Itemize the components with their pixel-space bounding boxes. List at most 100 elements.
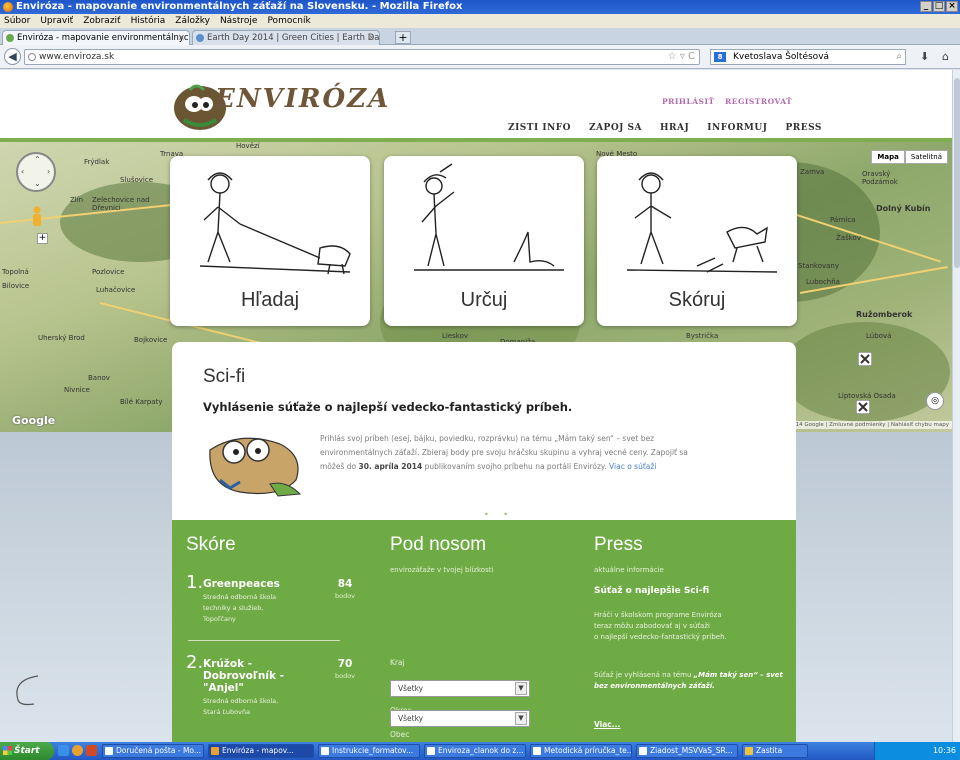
back-button[interactable]: ◀	[4, 48, 21, 65]
system-tray: 10:36	[874, 742, 960, 760]
menu-edit[interactable]: Upraviť	[40, 14, 73, 28]
menu-bookmarks[interactable]: Záložky	[175, 14, 210, 28]
podnosom-column: Pod nosom envirozáťaže v tvojej blízkost…	[390, 520, 570, 574]
taskbar-item[interactable]: Enviroza_clanok do z...	[424, 744, 526, 758]
search-icon[interactable]: ⌕	[896, 50, 902, 64]
bookmark-star-icon[interactable]: ☆ ▿ C	[668, 50, 695, 64]
register-link[interactable]: REGISTROVAŤ	[725, 97, 792, 106]
pegman-icon[interactable]	[30, 206, 44, 228]
tab-label: Earth Day 2014 | Green Cities | Earth Da…	[207, 33, 380, 43]
search-box[interactable]: 8 Kvetoslava Šoltésová ⌕	[710, 49, 906, 65]
taskbar-item[interactable]: Metodická príručka_te...	[530, 744, 632, 758]
map-type-satellite-button[interactable]: Satelitná	[904, 150, 948, 164]
nav-hraj[interactable]: HRAJ	[660, 123, 689, 133]
podnosom-subtitle: envirozáťaže v tvojej blízkosti	[390, 566, 494, 574]
word-document-icon	[533, 747, 541, 755]
menu-help[interactable]: Pomocník	[267, 14, 310, 28]
globe-icon	[28, 53, 36, 61]
scifi-panel: Sci-fi Vyhlásenie súťaže o najlepší vede…	[172, 342, 796, 520]
press-article-title[interactable]: Súťaž o najlepšie Sci-fi	[594, 586, 709, 596]
map-label: Lúbová	[866, 332, 892, 340]
maximize-button[interactable]: □	[933, 1, 945, 12]
tab-earthday[interactable]: Earth Day 2014 | Green Cities | Earth Da…	[192, 30, 380, 45]
nav-zisti-info[interactable]: ZISTI INFO	[508, 123, 571, 133]
tab-enviroza[interactable]: Enviróza - mapovanie environmentálnych..…	[2, 30, 190, 45]
mail-icon	[105, 747, 113, 755]
score-school: techniky a služieb,	[203, 604, 264, 612]
map-label: Zlín	[70, 196, 84, 204]
card-title: Určuj	[460, 289, 508, 311]
map-marker-icon[interactable]	[856, 400, 870, 414]
minimize-button[interactable]: _	[920, 1, 932, 12]
map-label: Zamva	[800, 168, 825, 176]
map-label: Oravský Podzámok	[862, 170, 898, 186]
map-pan-control[interactable]: ⌃ ⌄ ‹ ›	[16, 152, 56, 192]
main-navigation: ZISTI INFO ZAPOJ SA HRAJ INFORMUJ PRESS	[508, 123, 840, 133]
page-scrollbar[interactable]	[952, 70, 960, 742]
taskbar-item[interactable]: Zastita	[742, 744, 808, 758]
chevron-down-icon[interactable]: ▼	[515, 712, 527, 725]
url-bar[interactable]: www.enviroza.sk ☆ ▿ C	[24, 49, 700, 65]
firefox-icon	[3, 2, 13, 12]
nav-press[interactable]: PRESS	[786, 123, 822, 133]
map-location-icon[interactable]: ◎	[926, 392, 944, 410]
map-marker-icon[interactable]	[858, 352, 872, 366]
score-heading: Skóre	[186, 534, 236, 555]
carousel-dots[interactable]: • •	[484, 510, 514, 519]
quicklaunch-desktop-icon[interactable]	[58, 745, 69, 756]
tab-close-icon[interactable]: ×	[368, 31, 375, 45]
scifi-subheading: Vyhlásenie súťaže o najlepší vedecko-fan…	[203, 400, 573, 414]
scifi-more-link[interactable]: Viac o súťaži	[609, 462, 656, 471]
home-icon[interactable]: ⌂	[942, 50, 949, 63]
search-engine-icon[interactable]: 8	[714, 52, 726, 62]
map-label: Topolná	[2, 268, 29, 276]
podnosom-heading: Pod nosom	[390, 534, 487, 555]
new-tab-button[interactable]: +	[395, 31, 411, 44]
login-link[interactable]: PRIHLÁSIŤ	[662, 97, 715, 106]
menu-history[interactable]: História	[131, 14, 166, 28]
score-entry[interactable]: 2. Krúžok - Dobrovoľník - "Anjel" 70 bod…	[186, 652, 355, 738]
scrollbar-thumb[interactable]	[954, 78, 960, 268]
tab-favicon-icon	[196, 34, 204, 42]
tab-bar: Enviróza - mapovanie environmentálnych..…	[0, 28, 960, 45]
tab-close-icon[interactable]: ×	[178, 31, 185, 45]
map-zoom-in-button[interactable]: +	[37, 233, 48, 244]
menu-view[interactable]: Zobraziť	[83, 14, 120, 28]
card-urcuj[interactable]: Určuj	[384, 156, 584, 326]
quicklaunch-app-icon[interactable]	[86, 745, 97, 756]
download-icon[interactable]: ⬇	[920, 50, 929, 63]
taskbar-item[interactable]: Enviróza - mapov...	[208, 744, 314, 758]
window-title: Enviróza - mapovanie environmentálnych z…	[16, 1, 463, 12]
clock[interactable]: 10:36	[933, 746, 956, 755]
card-skoruj[interactable]: Skóruj	[597, 156, 797, 326]
map-label: Luhačovice	[96, 286, 136, 294]
score-team-name: Greenpeaces	[203, 578, 280, 590]
map-label: Bystrička	[686, 332, 719, 340]
taskbar-item[interactable]: Instrukcie_formatov...	[318, 744, 420, 758]
close-button[interactable]: ×	[946, 1, 958, 12]
search-value: Kvetoslava Šoltésová	[733, 52, 830, 62]
press-more-link[interactable]: Viac...	[594, 720, 620, 729]
start-button[interactable]: Štart	[0, 742, 54, 760]
word-document-icon	[639, 747, 647, 755]
nav-informuj[interactable]: INFORMUJ	[707, 123, 767, 133]
nav-zapoj-sa[interactable]: ZAPOJ SA	[589, 123, 642, 133]
chevron-down-icon[interactable]: ▼	[515, 682, 527, 695]
card-title: Skóruj	[668, 289, 726, 311]
scroll-curl-icon	[16, 675, 39, 706]
filter-okres-select[interactable]: Všetky ▼	[390, 710, 530, 727]
card-hladaj[interactable]: Hľadaj	[170, 156, 370, 326]
menu-tools[interactable]: Nástroje	[220, 14, 258, 28]
windows-taskbar: Štart Doručená pošta - Mo... Enviróza - …	[0, 742, 960, 760]
map-type-map-button[interactable]: Mapa	[871, 150, 905, 164]
score-entry[interactable]: 1. Greenpeaces 84 bodov Stredná odborná …	[186, 572, 355, 642]
scifi-deadline: 30. apríla 2014	[358, 462, 423, 471]
url-text: www.enviroza.sk	[39, 52, 115, 62]
taskbar-item[interactable]: Doručená pošta - Mo...	[102, 744, 204, 758]
map-label: Párnica	[830, 216, 856, 224]
taskbar-item[interactable]: Ziadost_MSVVaS_SR...	[636, 744, 738, 758]
quicklaunch-firefox-icon[interactable]	[72, 745, 83, 756]
filter-kraj-select[interactable]: Všetky ▼	[390, 680, 530, 697]
menu-file[interactable]: Súbor	[4, 14, 30, 28]
creature-with-glasses-icon	[209, 437, 302, 497]
